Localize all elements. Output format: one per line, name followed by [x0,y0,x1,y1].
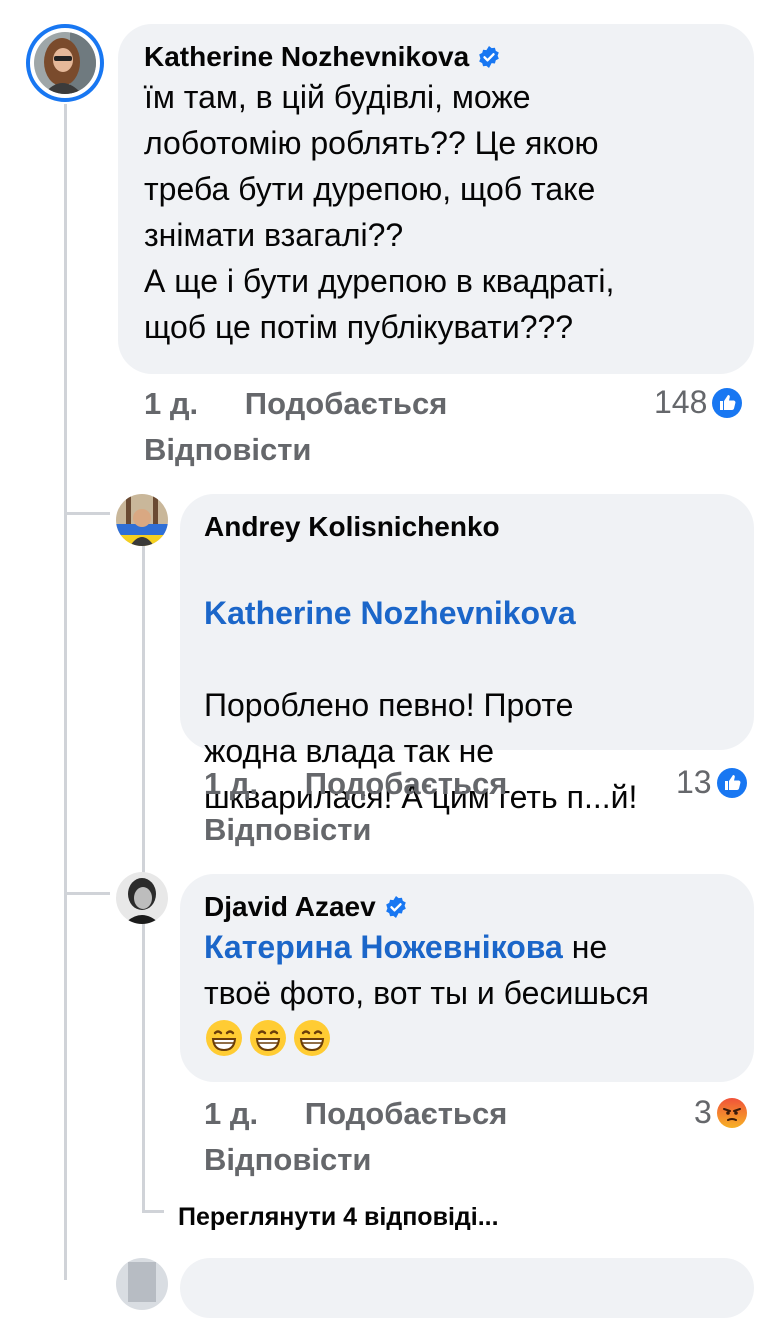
thread-connector-reply-2 [64,892,110,895]
reply-2-mention[interactable]: Катерина Ножевнікова [204,929,563,965]
reply-1-author-name[interactable]: Andrey Kolisnichenko [204,510,500,544]
grinning-face-icon [294,1020,330,1056]
comment-author-name[interactable]: Katherine Nozhevnikova [144,40,469,74]
grinning-face-icon [250,1020,286,1056]
reply-1-reply-button[interactable]: Відповісти [204,812,372,848]
next-comment-bubble [180,1258,754,1318]
reply-2-reply-button[interactable]: Відповісти [204,1142,372,1178]
reply-2-meta: 1 д. Подобається [204,1096,507,1132]
avatar-djavid[interactable] [116,872,168,924]
reply-2-like-button[interactable]: Подобається [305,1096,508,1132]
comment-reaction-count: 148 [654,384,708,420]
like-icon [712,387,743,418]
avatar-katherine[interactable] [26,24,104,102]
avatar-image [116,494,168,546]
reply-1-reaction-count: 13 [676,764,712,800]
reply-1-meta: 1 д. Подобається [204,766,507,802]
comment-text: їм там, в цій будівлі, може лоботомію ро… [144,79,615,345]
verified-badge-icon [479,46,500,68]
reply-1-time[interactable]: 1 д. [204,766,258,802]
view-more-replies-link[interactable]: Переглянути 4 відповіді... [178,1203,499,1232]
reply-2-reaction-count: 3 [694,1094,712,1130]
comment-reply-button[interactable]: Відповісти [144,432,312,468]
avatar-next-comment[interactable] [116,1258,168,1310]
reply-1-author[interactable]: Andrey Kolisnichenko [204,510,730,544]
reply-1-mention[interactable]: Katherine Nozhevnikova [204,595,576,631]
reply-1-like-button[interactable]: Подобається [305,766,508,802]
reply-2-author-name[interactable]: Djavid Azaev [204,890,376,924]
avatar-image [116,872,168,924]
comment-author[interactable]: Katherine Nozhevnikova [144,40,728,74]
reply-bubble-1: Andrey Kolisnichenko Katherine Nozhevnik… [180,494,754,815]
reply-2-content: Катерина Ножевнікова не твоё фото, вот т… [204,924,730,1016]
comment-reactions[interactable]: 148 [654,384,743,421]
reply-2-reactions[interactable]: 3 [694,1094,748,1131]
verified-badge-icon [385,896,406,918]
avatar-andrey[interactable] [116,494,168,546]
thread-line-main [64,104,67,1280]
comment-meta: 1 д. Подобається [144,386,447,422]
reply-1-reactions[interactable]: 13 [676,764,748,801]
thread-connector-reply-1 [64,512,110,515]
thread-connector-more [142,1210,164,1213]
avatar-image [34,32,96,94]
grinning-face-icon [206,1020,242,1056]
angry-icon [716,1097,747,1128]
comment-like-button[interactable]: Подобається [245,386,448,422]
comment-bubble-main: Katherine Nozhevnikova їм там, в цій буд… [118,24,754,374]
reply-2-emoji-row [204,1018,730,1058]
comment-time[interactable]: 1 д. [144,386,198,422]
like-icon [716,767,747,798]
reply-bubble-2: Djavid Azaev Катерина Ножевнікова не тво… [180,874,754,1082]
reply-2-time[interactable]: 1 д. [204,1096,258,1132]
reply-2-author[interactable]: Djavid Azaev [204,890,730,924]
avatar-image [116,1258,168,1310]
